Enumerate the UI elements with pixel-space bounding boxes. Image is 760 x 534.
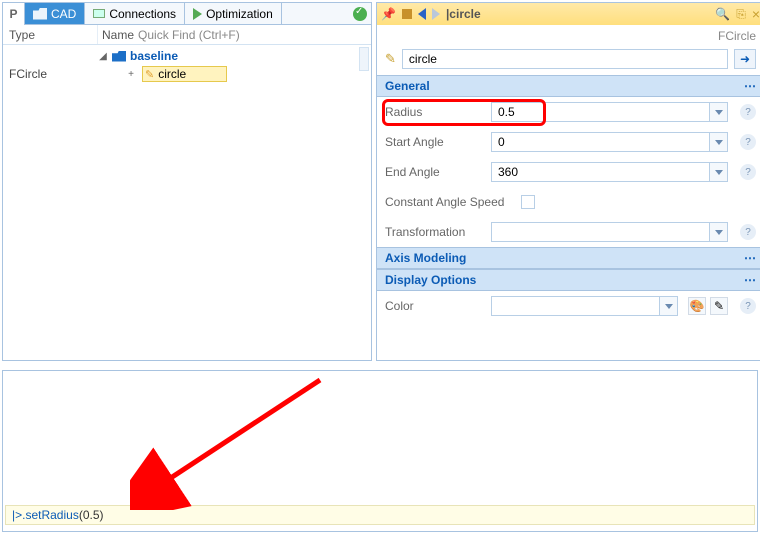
const-speed-checkbox[interactable] bbox=[521, 195, 535, 209]
header-name[interactable]: Name bbox=[98, 25, 134, 44]
header-quickfind[interactable]: Quick Find (Ctrl+F) bbox=[134, 25, 371, 44]
more-icon[interactable]: ⋯ bbox=[744, 79, 756, 93]
console-line[interactable]: |> .setRadius (0.5) bbox=[5, 505, 755, 525]
prop-color: Color 🎨 ✎ ? bbox=[377, 291, 760, 321]
console-method: .setRadius bbox=[22, 508, 79, 522]
section-axis-modeling[interactable]: Axis Modeling ⋯ bbox=[377, 247, 760, 269]
tree-root-label[interactable]: baseline bbox=[130, 49, 178, 63]
color-input[interactable] bbox=[491, 296, 660, 316]
go-button[interactable]: ➜ bbox=[734, 49, 756, 69]
project-icon[interactable]: P bbox=[3, 3, 25, 25]
prop-label: End Angle bbox=[385, 165, 485, 179]
monitor-icon bbox=[93, 9, 105, 18]
pencil-icon: ✎ bbox=[145, 68, 154, 81]
section-general[interactable]: General ⋯ bbox=[377, 75, 760, 97]
tree-leaf-row[interactable]: FCircle + ✎ circle bbox=[3, 65, 371, 83]
prev-icon[interactable] bbox=[418, 8, 426, 20]
help-icon[interactable]: ? bbox=[740, 298, 756, 314]
next-icon[interactable] bbox=[432, 8, 440, 20]
prop-label: Constant Angle Speed bbox=[385, 195, 515, 209]
help-icon[interactable]: ? bbox=[740, 104, 756, 120]
help-icon[interactable]: ? bbox=[740, 224, 756, 240]
tree-leaf-name: circle bbox=[158, 67, 186, 81]
end-angle-input[interactable] bbox=[491, 162, 710, 182]
dropdown-button[interactable] bbox=[710, 222, 728, 242]
status-ok-icon bbox=[353, 7, 367, 21]
tab-label: CAD bbox=[51, 7, 76, 21]
edit-icon[interactable]: ✎ bbox=[710, 297, 728, 315]
prop-const-angle-speed: Constant Angle Speed bbox=[377, 187, 760, 217]
play-icon bbox=[193, 8, 202, 20]
tab-cad[interactable]: CAD bbox=[25, 3, 85, 24]
left-panel: P CAD Connections Optimization Type Name… bbox=[2, 2, 372, 361]
prop-label: Start Angle bbox=[385, 135, 485, 149]
tab-connections[interactable]: Connections bbox=[85, 3, 185, 24]
tree-leaf-type: FCircle bbox=[3, 67, 98, 81]
add-icon[interactable]: + bbox=[126, 69, 136, 80]
collapse-icon[interactable]: ◢ bbox=[98, 51, 108, 62]
transformation-input[interactable] bbox=[491, 222, 710, 242]
tab-bar: P CAD Connections Optimization bbox=[3, 3, 371, 25]
copy-icon[interactable]: ⎘ bbox=[736, 7, 746, 22]
dropdown-button[interactable] bbox=[660, 296, 678, 316]
name-bar: ✎ ➜ bbox=[377, 45, 760, 75]
breadcrumb: FCircle bbox=[377, 25, 760, 45]
pin-icon[interactable]: 📌 bbox=[381, 7, 396, 21]
dropdown-button[interactable] bbox=[710, 102, 728, 122]
tab-label: Connections bbox=[109, 7, 176, 21]
list-headers: Type Name Quick Find (Ctrl+F) bbox=[3, 25, 371, 45]
console-args: (0.5) bbox=[79, 508, 104, 522]
dropdown-button[interactable] bbox=[710, 162, 728, 182]
prop-label: Color bbox=[385, 299, 485, 313]
tab-optimization[interactable]: Optimization bbox=[185, 3, 282, 24]
name-input[interactable] bbox=[402, 49, 728, 69]
start-angle-input[interactable] bbox=[491, 132, 710, 152]
more-icon[interactable]: ⋯ bbox=[744, 273, 756, 287]
properties-titlebar: 📌 |circle 🔍 ⎘ × bbox=[377, 3, 760, 25]
section-display-options[interactable]: Display Options ⋯ bbox=[377, 269, 760, 291]
search-icon[interactable]: 🔍 bbox=[715, 7, 730, 21]
tab-label: Optimization bbox=[206, 7, 273, 21]
pencil-icon: ✎ bbox=[385, 51, 396, 67]
more-icon[interactable]: ⋯ bbox=[744, 251, 756, 265]
help-icon[interactable]: ? bbox=[740, 164, 756, 180]
console-prompt: |> bbox=[12, 508, 22, 522]
stop-icon[interactable] bbox=[402, 9, 412, 19]
palette-icon[interactable]: 🎨 bbox=[688, 297, 706, 315]
tree-root-row[interactable]: ◢ baseline bbox=[3, 47, 371, 65]
prop-transformation: Transformation ? bbox=[377, 217, 760, 247]
help-icon[interactable]: ? bbox=[740, 134, 756, 150]
prop-radius: Radius ? bbox=[377, 97, 760, 127]
prop-label: Radius bbox=[385, 105, 485, 119]
tree-view: ◢ baseline FCircle + ✎ circle bbox=[3, 45, 371, 360]
prop-end-angle: End Angle ? bbox=[377, 157, 760, 187]
prop-label: Transformation bbox=[385, 225, 485, 239]
scrollbar[interactable] bbox=[359, 47, 369, 71]
prop-start-angle: Start Angle ? bbox=[377, 127, 760, 157]
folder-icon bbox=[112, 51, 126, 62]
folder-icon bbox=[33, 8, 47, 20]
radius-input[interactable] bbox=[491, 102, 710, 122]
properties-panel: 📌 |circle 🔍 ⎘ × FCircle ✎ ➜ General ⋯ Ra… bbox=[376, 2, 760, 361]
header-type[interactable]: Type bbox=[3, 25, 98, 44]
console-panel: |> .setRadius (0.5) bbox=[2, 370, 758, 532]
tree-leaf-selected[interactable]: ✎ circle bbox=[142, 66, 227, 82]
dropdown-button[interactable] bbox=[710, 132, 728, 152]
titlebar-title: |circle bbox=[446, 7, 481, 21]
close-icon[interactable]: × bbox=[752, 6, 760, 22]
